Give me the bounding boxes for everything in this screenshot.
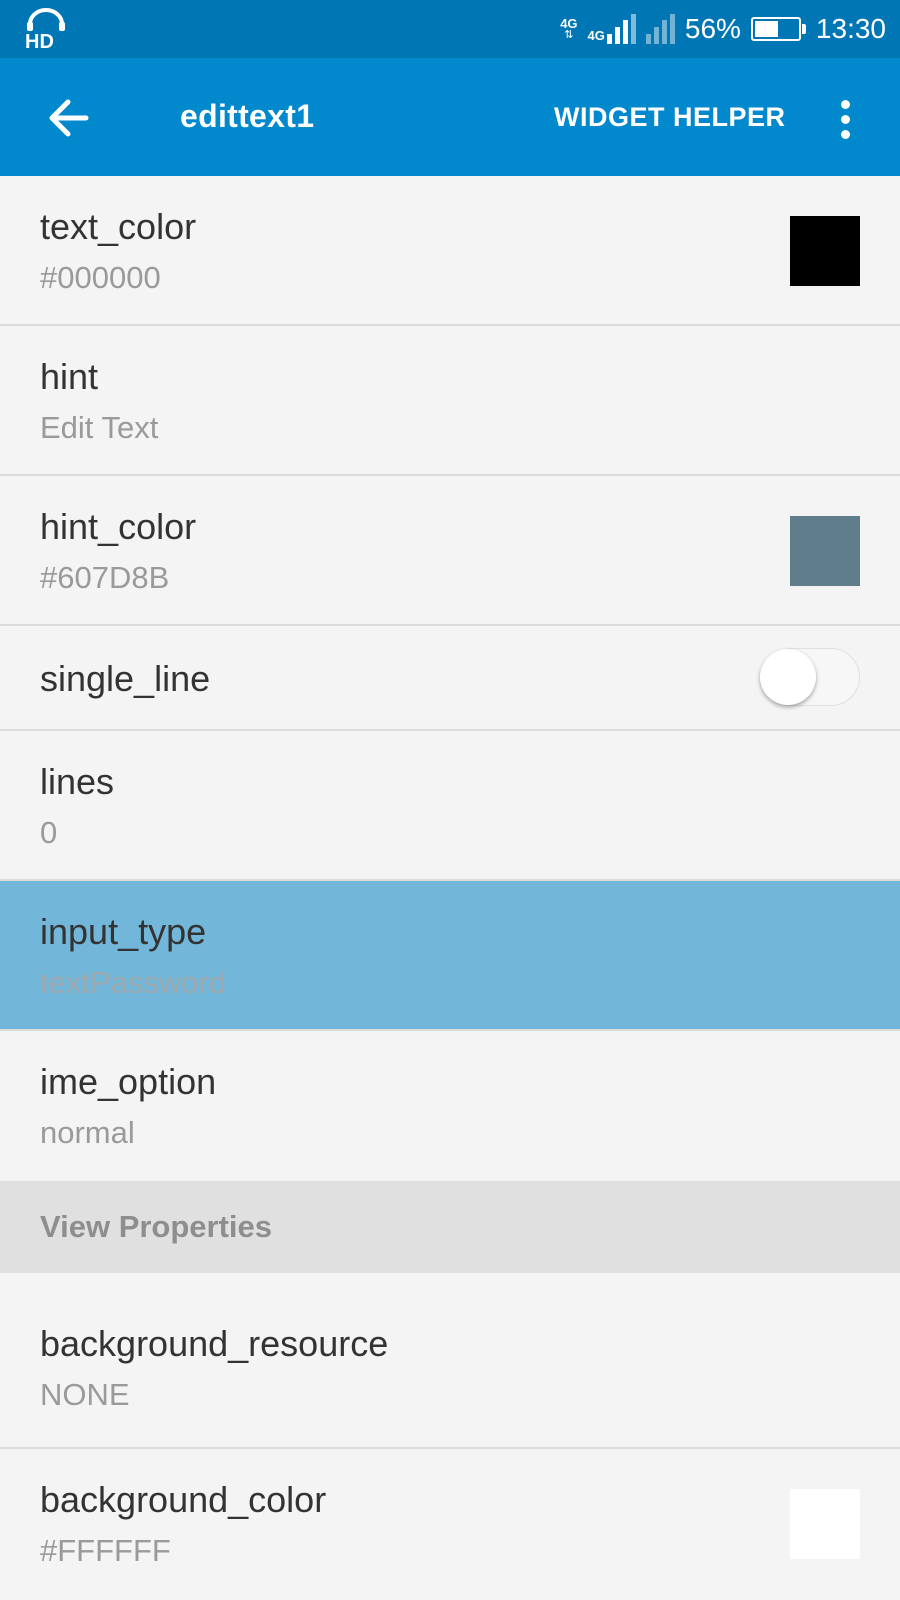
signal-1-group: 4G [588,14,636,44]
back-button[interactable] [36,86,100,150]
property-row-text-color[interactable]: text_color #000000 [0,176,900,326]
network-type-2: 4G [587,28,605,43]
signal-strength-icon [606,14,636,44]
clock: 13:30 [815,13,886,44]
property-value: #000000 [40,260,161,295]
property-row-lines[interactable]: lines 0 [0,731,900,881]
property-label: input_type [40,911,207,952]
toggle-knob [760,649,816,705]
property-label: hint_color [40,506,197,547]
arrow-left-icon [49,99,89,137]
status-bar: HD 4G ⇅ 4G 56% 13:30 [0,0,900,58]
property-row-single-line[interactable]: single_line [0,626,900,731]
property-row-ime-option[interactable]: ime_option normal [0,1031,900,1181]
color-swatch[interactable] [790,216,860,286]
property-label: single_line [40,658,211,699]
property-value: #607D8B [40,560,170,595]
page-title: edittext1 [180,98,315,134]
section-header-view-properties: View Properties [0,1181,900,1273]
signal-strength-2-icon [645,14,675,44]
hd-label: HD [25,31,54,50]
property-value: NONE [40,1377,130,1412]
more-vert-icon [840,99,850,109]
property-value: #FFFFFF [40,1533,171,1568]
property-list: text_color #000000 hint Edit Text hint_c… [0,176,900,1599]
color-swatch[interactable] [790,516,860,586]
status-icons: 4G ⇅ 4G 56% 13:30 [560,0,886,58]
property-label: text_color [40,206,197,247]
single-line-toggle[interactable] [760,648,860,706]
section-title: View Properties [40,1209,273,1244]
property-value: 0 [40,815,58,850]
battery-percent: 56% [684,13,741,44]
property-row-hint[interactable]: hint Edit Text [0,326,900,476]
property-label: background_color [40,1479,327,1520]
color-swatch[interactable] [790,1489,860,1559]
battery-icon [750,17,806,41]
property-value: textPassword [40,965,227,1000]
property-label: lines [40,761,115,802]
app-bar: edittext1 WIDGET HELPER [0,58,900,176]
property-row-input-type[interactable]: input_type textPassword [0,881,900,1031]
property-label: ime_option [40,1061,217,1102]
property-row-hint-color[interactable]: hint_color #607D8B [0,476,900,626]
hd-voice-icon: HD [22,6,70,53]
property-label: background_resource [40,1323,389,1364]
overflow-menu-button[interactable] [820,94,870,144]
property-row-background-resource[interactable]: background_resource NONE [0,1273,900,1449]
property-value: normal [40,1115,135,1150]
property-row-background-color[interactable]: background_color #FFFFFF [0,1449,900,1599]
property-label: hint [40,356,99,397]
data-arrows-icon: 4G ⇅ [560,16,578,41]
property-value: Edit Text [40,410,159,445]
widget-helper-button[interactable]: WIDGET HELPER [554,102,786,133]
